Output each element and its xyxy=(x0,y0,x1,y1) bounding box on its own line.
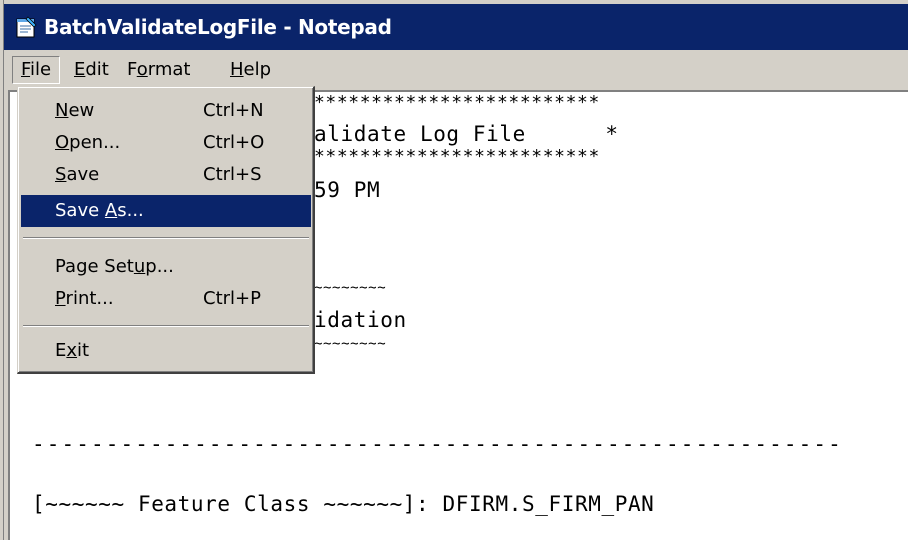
notepad-icon[interactable] xyxy=(14,15,38,39)
menu-item-label: Print... xyxy=(55,288,114,309)
menu-file[interactable]: File xyxy=(12,56,61,84)
editor-line: 59 PM xyxy=(314,178,381,202)
file-menu-save[interactable]: Save Ctrl+S xyxy=(21,159,311,191)
menu-item-label: New xyxy=(55,100,95,121)
editor-line: ~~~~~~~~ xyxy=(314,280,387,296)
window-title: BatchValidateLogFile - Notepad xyxy=(44,15,392,39)
menu-item-label: Open... xyxy=(55,132,121,153)
file-menu-exit[interactable]: Exit xyxy=(21,335,311,367)
menu-item-label: Save As... xyxy=(55,200,144,221)
menu-item-label: Exit xyxy=(55,340,90,361)
menu-item-shortcut: Ctrl+P xyxy=(203,288,261,309)
title-bar[interactable]: BatchValidateLogFile - Notepad xyxy=(4,4,908,50)
editor-line: ~~~~~~~~ xyxy=(314,336,387,352)
menu-edit[interactable]: Edit xyxy=(66,56,117,84)
notepad-window: BatchValidateLogFile - Notepad File Edit… xyxy=(0,0,908,540)
menu-help[interactable]: Help xyxy=(222,56,279,84)
editor-line: alidate Log File * xyxy=(314,122,619,146)
menu-separator xyxy=(23,325,309,327)
file-menu-page-setup[interactable]: Page Setup... xyxy=(21,251,311,283)
menu-format[interactable]: Format xyxy=(119,56,198,84)
file-menu-open[interactable]: Open... Ctrl+O xyxy=(21,127,311,159)
menu-item-shortcut: Ctrl+N xyxy=(203,100,264,121)
editor-line: [~~~~~~ Feature Class ~~~~~~]: DFIRM.S_F… xyxy=(32,492,655,516)
menu-item-label: Save xyxy=(55,164,100,185)
menu-item-shortcut: Ctrl+S xyxy=(203,164,262,185)
file-menu-save-as[interactable]: Save As... xyxy=(21,195,311,227)
menu-item-label: Page Setup... xyxy=(55,256,174,277)
file-menu-new[interactable]: New Ctrl+N xyxy=(21,95,311,127)
menu-item-shortcut: Ctrl+O xyxy=(203,132,265,153)
file-menu-print[interactable]: Print... Ctrl+P xyxy=(21,283,311,315)
editor-line: idation xyxy=(314,308,407,332)
menu-separator xyxy=(23,237,309,239)
editor-line: ************************* xyxy=(314,146,600,167)
editor-line: ************************* xyxy=(314,92,600,113)
file-menu-dropdown: New Ctrl+N Open... Ctrl+O Save Ctrl+S Sa… xyxy=(17,86,315,374)
editor-line: ----------------------------------------… xyxy=(32,432,843,456)
menu-bar: File Edit Format Help xyxy=(4,50,908,88)
